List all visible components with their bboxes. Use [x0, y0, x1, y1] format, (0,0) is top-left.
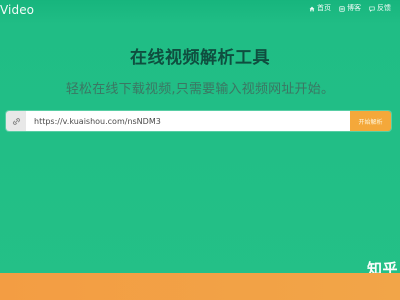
video-url-input[interactable]	[26, 111, 350, 131]
nav-label-blog: 博客	[347, 4, 361, 12]
blog-icon	[339, 5, 345, 12]
feedback-icon	[369, 6, 375, 12]
nav-label-home: 首页	[317, 4, 331, 12]
start-parse-button[interactable]: 开始解析	[350, 111, 391, 131]
page-subtitle: 轻松在线下载视频,只需要输入视频网址开始。	[65, 82, 335, 97]
nav-item-feedback[interactable]: 反馈	[369, 5, 391, 12]
link-icon-container	[6, 111, 26, 131]
nav-item-home[interactable]: 首页	[309, 5, 331, 12]
nav-label-feedback: 反馈	[377, 4, 391, 12]
top-navigation-bar: Video 首页 博客 反馈	[0, 0, 400, 24]
link-icon	[12, 117, 21, 126]
home-icon	[309, 6, 315, 12]
bottom-accent-bar	[0, 273, 400, 300]
page-title: 在线视频解析工具	[130, 48, 270, 68]
header-nav: 首页 博客 反馈	[309, 5, 391, 12]
brand-logo-text[interactable]: Video	[0, 3, 34, 17]
video-url-search-bar: 开始解析	[6, 111, 391, 131]
nav-item-blog[interactable]: 博客	[339, 5, 361, 12]
video-parser-page: Video 首页 博客 反馈 在线视频解析工具 轻松在线下载视频,只需要输入视频…	[0, 0, 400, 300]
